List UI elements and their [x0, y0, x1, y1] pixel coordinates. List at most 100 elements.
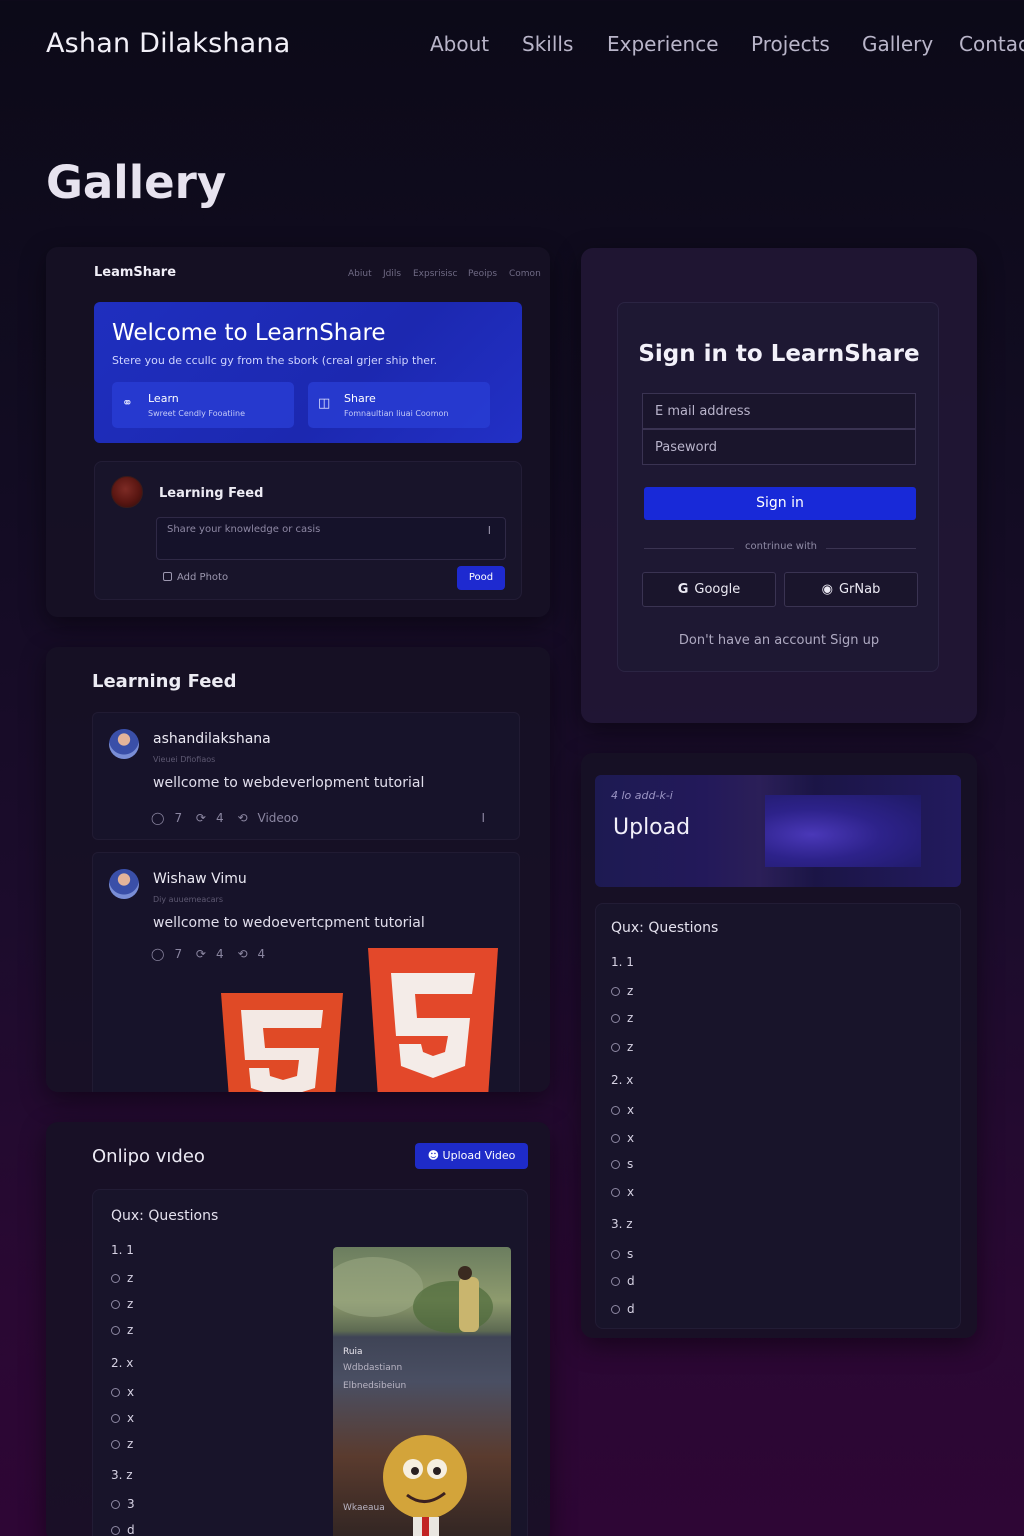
quiz-option[interactable]: x	[111, 1411, 134, 1425]
share-input[interactable]: Share your knowledge or casis I	[156, 517, 506, 560]
quiz-option[interactable]: z	[111, 1437, 133, 1451]
quiz-option[interactable]: d	[611, 1274, 635, 1288]
upload-caption: 4 lo add-k-i	[611, 789, 673, 802]
post-meta: Vieuei Dfiofiaos	[153, 755, 216, 764]
thumb-label: Wkaeaua	[343, 1503, 385, 1513]
quiz-panel: Qux: Questions 1. 1 z z z 2. x x x s x 3…	[595, 903, 961, 1329]
quiz-option[interactable]: z	[111, 1323, 133, 1337]
book-icon: ◫	[318, 396, 331, 411]
quiz-option[interactable]: d	[111, 1523, 135, 1536]
video-thumbnail[interactable]: Ruia Wdbdastiann Elbnedsibeiun Wkaeaua	[333, 1247, 511, 1536]
github-icon: ◉	[821, 582, 833, 597]
user-icon: ☻	[427, 1149, 440, 1162]
password-field[interactable]: Paseword	[642, 429, 916, 465]
email-placeholder: E mail address	[655, 404, 751, 419]
quiz-option[interactable]: z	[611, 984, 633, 998]
post-text: wellcome to wedoevertcpment tutorial	[153, 915, 425, 931]
github-button[interactable]: ◉ GrNab	[784, 572, 918, 607]
gallery-card-signin[interactable]: Sign in to LearnShare E mail address Pas…	[581, 248, 977, 723]
nav-link-projects[interactable]: Projects	[751, 32, 830, 56]
link-icon: ⚭	[122, 396, 133, 411]
signin-title: Sign in to LearnShare	[638, 341, 920, 367]
quiz-option[interactable]: x	[111, 1385, 134, 1399]
question: 1. 1	[111, 1243, 134, 1257]
quiz-option[interactable]: z	[611, 1040, 633, 1054]
mini-nav-people: Peoips	[468, 269, 498, 279]
share-icon[interactable]: ⟳	[196, 947, 206, 961]
quiz-option[interactable]: 3	[111, 1497, 135, 1511]
learn-tile-subtitle: Swreet Cendly Fooatiine	[148, 409, 245, 418]
page-title: Gallery	[46, 156, 227, 209]
nav-link-gallery[interactable]: Gallery	[862, 32, 933, 56]
gallery-card-upload[interactable]: 4 lo add-k-i Upload Qux: Questions 1. 1 …	[581, 753, 977, 1338]
post-meta: Diy auuemeacars	[153, 895, 223, 904]
gallery-card-feed[interactable]: Learning Feed ashandilakshana Vieuei Dfi…	[46, 647, 550, 1092]
question: 1. 1	[611, 955, 634, 969]
post-author[interactable]: Wishaw Vimu	[153, 871, 247, 887]
comment-icon[interactable]: ◯	[151, 811, 164, 825]
nav-link-skills[interactable]: Skills	[522, 32, 573, 56]
nav-links: About Skills Experience Projects Gallery…	[430, 32, 1024, 62]
composer-title: Learning Feed	[159, 486, 264, 501]
post-shares: 4	[215, 811, 224, 825]
upload-banner[interactable]: 4 lo add-k-i Upload	[595, 775, 961, 887]
question: 3. z	[111, 1468, 133, 1482]
thumb-label: Ruia	[343, 1347, 363, 1357]
upload-video-button[interactable]: ☻ Upload Video	[415, 1143, 528, 1169]
quiz-option[interactable]: z	[111, 1297, 133, 1311]
question: 2. x	[111, 1356, 134, 1370]
github-label: GrNab	[838, 582, 881, 597]
quiz-option[interactable]: x	[611, 1131, 634, 1145]
google-button[interactable]: G Google	[642, 572, 776, 607]
quiz-option[interactable]: x	[611, 1185, 634, 1199]
share-tile[interactable]: ◫ Share Fomnaultian liuai Coomon	[308, 382, 490, 428]
quiz-option[interactable]: s	[611, 1157, 633, 1171]
comment-icon[interactable]: ◯	[151, 947, 164, 961]
google-label: Google	[694, 582, 741, 597]
hero-title: Welcome to LearnShare	[112, 320, 386, 346]
add-photo-checkbox[interactable]: Add Photo	[163, 572, 228, 583]
mini-nav-skills: Jdils	[383, 269, 402, 279]
quiz-option[interactable]: s	[611, 1247, 633, 1261]
gallery-card-home[interactable]: LeamShare Abiut Jdils Expsrisisc Peoips …	[46, 247, 550, 617]
nav-link-about[interactable]: About	[430, 32, 489, 56]
site-brand[interactable]: Ashan Dilakshana	[46, 28, 290, 59]
feed-post[interactable]: ashandilakshana Vieuei Dfiofiaos wellcom…	[92, 712, 520, 840]
quiz-option[interactable]: z	[111, 1271, 133, 1285]
video-frame-image	[333, 1257, 493, 1536]
quiz-option[interactable]: z	[611, 1011, 633, 1025]
feed-title: Learning Feed	[92, 671, 237, 692]
upload-video-label: Upload Video	[442, 1149, 516, 1162]
signin-panel: Sign in to LearnShare E mail address Pas…	[617, 302, 939, 672]
post-button[interactable]: Pood	[457, 566, 505, 590]
learn-tile-title: Learn	[148, 392, 179, 405]
post-author[interactable]: ashandilakshana	[153, 731, 271, 747]
gallery-card-video[interactable]: Onlipo vıdeo ☻ Upload Video Qux: Questio…	[46, 1122, 550, 1536]
welcome-hero: Welcome to LearnShare Stere you de ccull…	[94, 302, 522, 443]
html5-logo-image	[221, 948, 498, 1092]
post-likes: 7	[174, 947, 183, 961]
nav-link-contact[interactable]: Contac	[959, 32, 1024, 56]
learn-tile[interactable]: ⚭ Learn Swreet Cendly Fooatiine	[112, 382, 294, 428]
quiz-option[interactable]: x	[611, 1103, 634, 1117]
share-input-placeholder: Share your knowledge or casis	[167, 524, 321, 535]
hero-subtitle: Stere you de ccullc gy from the sbork (c…	[112, 354, 438, 367]
quiz-option[interactable]: d	[611, 1302, 635, 1316]
thumb-label: Elbnedsibeiun	[343, 1381, 407, 1391]
composer-panel: Learning Feed Share your knowledge or ca…	[94, 461, 522, 600]
feed-post[interactable]: Wishaw Vimu Diy auuemeacars wellcome to …	[92, 852, 520, 1092]
avatar	[111, 476, 143, 508]
signin-button[interactable]: Sign in	[644, 487, 916, 520]
nav-link-experience[interactable]: Experience	[607, 32, 719, 56]
mini-nav-about: Abiut	[348, 269, 372, 279]
email-field[interactable]: E mail address	[642, 393, 916, 429]
refresh-icon[interactable]: ⟲	[237, 811, 247, 825]
top-nav: Ashan Dilakshana About Skills Experience…	[0, 0, 1024, 90]
video-title: Onlipo vıdeo	[92, 1146, 205, 1167]
post-likes: 7	[174, 811, 183, 825]
text-cursor-icon: I	[487, 524, 491, 537]
post-extra: Videoo	[257, 811, 299, 825]
mini-nav-experience: Expsrisisc	[413, 269, 458, 279]
signup-prompt[interactable]: Don't have an account Sign up	[618, 633, 940, 648]
share-icon[interactable]: ⟳	[196, 811, 206, 825]
